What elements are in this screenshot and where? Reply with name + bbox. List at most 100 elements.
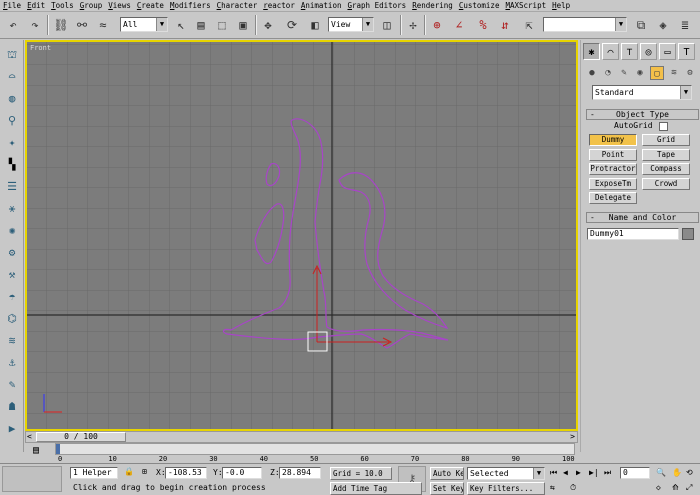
menu-tools[interactable]: Tools xyxy=(48,1,77,10)
time-slider-thumb[interactable]: 0 / 100 xyxy=(36,432,126,442)
menu-reactor[interactable]: reactor xyxy=(260,1,298,10)
water-icon[interactable]: ⌬ xyxy=(3,310,21,328)
cameras-icon[interactable]: ◉ xyxy=(633,66,647,80)
time-configuration-icon[interactable]: ⏱ xyxy=(570,482,576,494)
lock-selection-icon[interactable]: 🔒 xyxy=(124,466,134,478)
walk-through-icon[interactable]: ⟰ xyxy=(672,482,679,494)
menu-help[interactable]: Help xyxy=(549,1,573,10)
autogrid-checkbox[interactable] xyxy=(659,122,668,131)
systems-icon[interactable]: ⚙ xyxy=(683,66,697,80)
absolute-mode-icon[interactable]: ⊞ xyxy=(142,466,147,478)
undo-icon[interactable]: ↶ xyxy=(4,16,22,34)
point-to-point-icon[interactable]: ✎ xyxy=(3,376,21,394)
x-coordinate-field[interactable]: -108.53 xyxy=(165,467,207,479)
add-time-tag-button[interactable]: Add Time Tag xyxy=(330,482,422,495)
go-to-start-icon[interactable]: ⏮ xyxy=(550,467,557,479)
lights-icon[interactable]: ✎ xyxy=(617,66,631,80)
y-coordinate-field[interactable]: -0.0 xyxy=(222,467,262,479)
key-mode-dropdown[interactable]: Selected ▼ xyxy=(467,467,545,480)
mini-curve-editor-icon[interactable]: ▤ xyxy=(33,445,39,456)
fracture-icon[interactable]: ☂ xyxy=(3,288,21,306)
maximize-viewport-icon[interactable]: ⤢ xyxy=(686,482,692,494)
angle-snap-icon[interactable]: ∠ xyxy=(450,16,468,34)
maxscript-listener-area[interactable] xyxy=(2,466,62,492)
soft-body-collection-icon[interactable]: ◍ xyxy=(3,90,21,108)
cloth-collection-icon[interactable]: ⌓ xyxy=(3,68,21,86)
create-tab-icon[interactable]: ✱ xyxy=(583,43,600,60)
next-frame-icon[interactable]: ▶| xyxy=(589,467,599,479)
plane-icon[interactable]: ▚ xyxy=(3,156,21,174)
mirror-icon[interactable]: ⧉ xyxy=(632,16,650,34)
menu-create[interactable]: Create xyxy=(134,1,167,10)
constraint-solver-icon[interactable]: ≋ xyxy=(3,332,21,350)
unlink-icon[interactable]: ⚯ xyxy=(73,16,91,34)
select-and-scale-icon[interactable]: ◧ xyxy=(306,16,324,34)
time-slider[interactable]: 0 / 100 < > xyxy=(25,431,578,443)
rope-collection-icon[interactable]: ⚲ xyxy=(3,112,21,130)
go-to-end-icon[interactable]: ⏭ xyxy=(604,467,611,479)
zoom-icon[interactable]: 🔍 xyxy=(656,467,666,479)
redo-icon[interactable]: ↷ xyxy=(26,16,44,34)
field-of-view-icon[interactable]: ◇ xyxy=(656,482,661,494)
window-crossing-icon[interactable]: ▣ xyxy=(234,16,252,34)
menu-modifiers[interactable]: Modifiers xyxy=(167,1,214,10)
slider-right-arrow-icon[interactable]: > xyxy=(570,432,575,441)
dummy-button[interactable]: Dummy xyxy=(589,134,637,146)
select-and-rotate-icon[interactable]: ⟳ xyxy=(283,16,301,34)
select-and-move-icon[interactable]: ✥ xyxy=(259,16,277,34)
spinner-snap-icon[interactable]: ⇵ xyxy=(496,16,514,34)
track-bar[interactable]: ▤ 0 10 20 30 40 50 60 70 80 90 100 xyxy=(25,443,578,463)
auto-key-button[interactable]: Auto Key xyxy=(430,467,464,480)
reference-coordinate-dropdown[interactable]: View ▼ xyxy=(328,17,374,32)
set-key-button[interactable]: Set Key xyxy=(430,482,464,495)
hinge-icon[interactable]: ⚓ xyxy=(3,354,21,372)
crowd-button[interactable]: Crowd xyxy=(642,178,690,190)
select-by-name-icon[interactable]: ▤ xyxy=(192,16,210,34)
preview-animation-icon[interactable]: ▶ xyxy=(3,420,21,438)
menu-customize[interactable]: Customize xyxy=(456,1,503,10)
front-viewport[interactable]: Front xyxy=(25,40,578,431)
category-dropdown[interactable]: Standard ▼ xyxy=(592,85,692,100)
select-object-icon[interactable]: ↖ xyxy=(172,16,190,34)
grid-button[interactable]: Grid xyxy=(642,134,690,146)
utilities-tab-icon[interactable]: T xyxy=(678,43,695,60)
menu-rendering[interactable]: Rendering xyxy=(409,1,456,10)
previous-frame-icon[interactable]: ◀ xyxy=(563,467,568,479)
layer-manager-icon[interactable]: ≣ xyxy=(676,16,694,34)
geometry-icon[interactable]: ● xyxy=(585,66,599,80)
rigid-body-collection-icon[interactable]: ⛫ xyxy=(3,46,21,64)
key-filters-button[interactable]: Key Filters... xyxy=(467,482,545,495)
object-color-swatch[interactable] xyxy=(682,228,694,240)
point-button[interactable]: Point xyxy=(589,149,637,161)
dashpot-icon[interactable]: ⚹ xyxy=(3,200,21,218)
select-manipulate-icon[interactable]: ✢ xyxy=(404,16,422,34)
protractor-button[interactable]: Protractor xyxy=(589,163,637,175)
deforming-mesh-icon[interactable]: ✦ xyxy=(3,134,21,152)
select-and-link-icon[interactable]: ⛓ xyxy=(52,16,70,34)
helpers-icon[interactable]: ▢ xyxy=(650,66,664,80)
selection-filter-dropdown[interactable]: All ▼ xyxy=(120,17,168,32)
ragdoll-icon[interactable]: ☗ xyxy=(3,398,21,416)
motor-icon[interactable]: ✺ xyxy=(3,222,21,240)
shapes-icon[interactable]: ◔ xyxy=(601,66,615,80)
object-name-input[interactable]: Dummy01 xyxy=(587,228,679,240)
compass-button[interactable]: Compass xyxy=(642,163,690,175)
key-mode-toggle-icon[interactable]: ⇆ xyxy=(550,482,555,494)
tape-button[interactable]: Tape xyxy=(642,149,690,161)
percent-snap-icon[interactable]: % xyxy=(474,16,492,34)
modify-tab-icon[interactable]: ⌒ xyxy=(602,43,619,60)
wind-icon[interactable]: ⚙ xyxy=(3,244,21,262)
pan-icon[interactable]: ✋ xyxy=(672,467,682,479)
hierarchy-tab-icon[interactable]: ⊤ xyxy=(621,43,638,60)
motion-tab-icon[interactable]: ◎ xyxy=(640,43,657,60)
delegate-button[interactable]: Delegate xyxy=(589,192,637,204)
space-warps-icon[interactable]: ≋ xyxy=(667,66,681,80)
snaps-toggle-icon[interactable]: ⊕ xyxy=(428,16,446,34)
viewport-label[interactable]: Front xyxy=(30,44,51,52)
play-icon[interactable]: ▶ xyxy=(576,467,581,479)
edit-named-selection-icon[interactable]: ⇱ xyxy=(520,16,538,34)
frame-ruler[interactable] xyxy=(55,443,575,455)
menu-group[interactable]: Group xyxy=(77,1,106,10)
named-selection-dropdown[interactable]: ▼ xyxy=(543,17,627,32)
current-frame-field[interactable]: 0 xyxy=(620,467,650,479)
